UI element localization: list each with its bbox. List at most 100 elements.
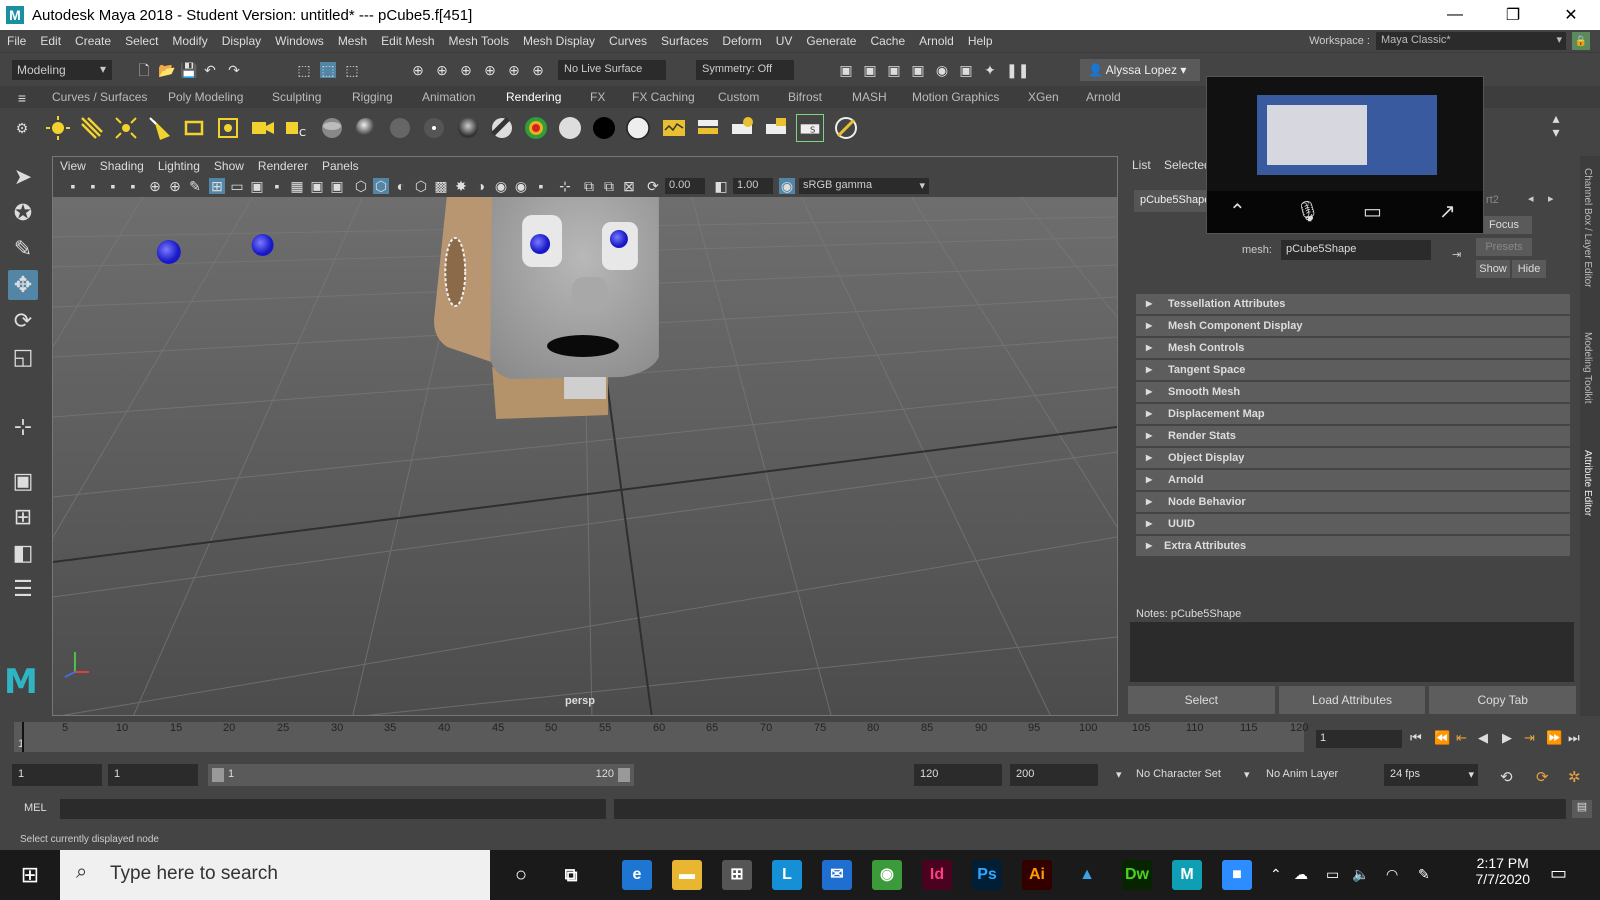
attr-tab-selected[interactable]: Selected — [1164, 158, 1211, 172]
outliner-layout-icon[interactable]: ☰ — [8, 574, 38, 604]
step-forward-key-icon[interactable]: ⏩ — [1546, 730, 1562, 746]
task-view-icon[interactable]: ⧉ — [556, 860, 586, 890]
section-uuid[interactable]: UUID — [1136, 514, 1570, 534]
taskbar-app-indesign[interactable]: Id — [922, 860, 952, 890]
render-view-icon[interactable]: ▣ — [838, 62, 854, 78]
tab-scroll-right-icon[interactable]: ▸ — [1548, 192, 1554, 205]
shelf-tab-rendering[interactable]: Rendering — [506, 90, 561, 104]
time-ruler[interactable]: 1 5 10 15 20 25 30 35 40 45 50 55 60 65 … — [14, 722, 1308, 752]
taskbar-search[interactable]: ⌕ Type here to search — [60, 850, 490, 900]
user-account-button[interactable]: 👤 Alyssa Lopez ▾ — [1080, 59, 1200, 81]
render-settings-icon[interactable]: ▣ — [910, 62, 926, 78]
range-slider-bar[interactable]: 1 120 — [208, 764, 634, 786]
redo-icon[interactable]: ↷ — [226, 62, 242, 78]
color-management-icon[interactable]: ◉ — [779, 178, 795, 194]
hypershade-shelf-icon[interactable] — [832, 114, 860, 142]
render-ipr-icon[interactable] — [728, 114, 756, 142]
menu-surfaces[interactable]: Surfaces — [654, 34, 715, 48]
node-tab-partial[interactable]: rt2 — [1486, 194, 1499, 206]
material-anisotropic-icon[interactable] — [454, 114, 482, 142]
camera-select-icon[interactable]: ▪ — [65, 178, 81, 194]
save-scene-icon[interactable]: 💾 — [180, 62, 197, 78]
cortana-icon[interactable]: ○ — [506, 860, 536, 890]
menu-create[interactable]: Create — [68, 34, 118, 48]
menu-select[interactable]: Select — [118, 34, 165, 48]
range-end-handle[interactable] — [618, 768, 630, 782]
section-object-display[interactable]: Object Display — [1136, 448, 1570, 468]
taskbar-app-illustrator[interactable]: Ai — [1022, 860, 1052, 890]
side-tab-channel-box[interactable]: Channel Box / Layer Editor — [1582, 168, 1593, 288]
lasso-tool-icon[interactable]: ✪ — [8, 198, 38, 228]
hypershade-icon[interactable]: ◉ — [934, 62, 950, 78]
snap-curve-icon[interactable]: ⊕ — [434, 62, 450, 78]
material-white-icon[interactable] — [556, 114, 584, 142]
menu-generate[interactable]: Generate — [799, 34, 863, 48]
taskbar-app-mail[interactable]: ✉ — [822, 860, 852, 890]
section-displacement-map[interactable]: Displacement Map — [1136, 404, 1570, 424]
exposure-field[interactable]: 0.00 — [665, 178, 705, 194]
copy-tab-button[interactable]: Copy Tab — [1429, 686, 1577, 714]
image-plane-icon[interactable]: ▪ — [125, 178, 141, 194]
tab-scroll-left-icon[interactable]: ◂ — [1528, 192, 1534, 205]
snap-grid-icon[interactable]: ⊕ — [410, 62, 426, 78]
character-set-dropdown[interactable]: No Character Set — [1130, 764, 1227, 786]
go-to-end-icon[interactable]: ⏭ — [1568, 730, 1580, 746]
system-clock[interactable]: 2:17 PM 7/7/2020 — [1476, 855, 1531, 887]
directional-light-icon[interactable] — [78, 114, 106, 142]
xray-joints-icon[interactable]: ⧉ — [581, 178, 597, 194]
side-tab-modeling-toolkit[interactable]: Modeling Toolkit — [1582, 332, 1593, 404]
wifi-icon[interactable]: ◠ — [1386, 866, 1398, 883]
taskbar-app-l[interactable]: L — [772, 860, 802, 890]
shelf-tab-bifrost[interactable]: Bifrost — [788, 90, 822, 104]
section-mesh-controls[interactable]: Mesh Controls — [1136, 338, 1570, 358]
fps-dropdown[interactable]: 24 fps ▾ — [1384, 764, 1478, 786]
gate-mask-icon[interactable]: ▪ — [269, 178, 285, 194]
menu-display[interactable]: Display — [215, 34, 268, 48]
taskbar-app-store[interactable]: ⊞ — [722, 860, 752, 890]
select-component-icon[interactable]: ⬚ — [344, 62, 360, 78]
play-backwards-icon[interactable]: ◀ — [1478, 730, 1488, 746]
section-tessellation-attributes[interactable]: Tessellation Attributes — [1136, 294, 1570, 314]
anim-prefs-icon[interactable]: ✲ — [1562, 764, 1587, 786]
xray-icon[interactable]: ⊹ — [557, 178, 573, 194]
menu-help[interactable]: Help — [961, 34, 1000, 48]
shelf-tab-rigging[interactable]: Rigging — [352, 90, 393, 104]
node-tab-pcube5shape[interactable]: pCube5Shape — [1134, 190, 1208, 212]
tray-expand-icon[interactable]: ⌃ — [1270, 866, 1282, 883]
shelf-tab-mash[interactable]: MASH — [852, 90, 887, 104]
material-black-icon[interactable] — [590, 114, 618, 142]
section-arnold[interactable]: Arnold — [1136, 470, 1570, 490]
menu-mesh-tools[interactable]: Mesh Tools — [442, 34, 516, 48]
mic-muted-icon[interactable]: 🎙 — [1295, 199, 1320, 224]
taskbar-app-edge[interactable]: e — [622, 860, 652, 890]
menu-file[interactable]: File — [0, 34, 33, 48]
render-view-shelf-icon[interactable] — [660, 114, 688, 142]
pen-icon[interactable]: ✎ — [1418, 866, 1430, 883]
anti-aliasing-icon[interactable]: ◉ — [493, 178, 509, 194]
menu-windows[interactable]: Windows — [268, 34, 331, 48]
section-extra-attributes[interactable]: Extra Attributes — [1136, 536, 1570, 556]
character-set-dropdown-icon[interactable]: ▾ — [1110, 764, 1128, 786]
select-tool-icon[interactable]: ➤ — [8, 162, 38, 192]
load-attributes-button[interactable]: Load Attributes — [1278, 686, 1426, 714]
menu-edit-mesh[interactable]: Edit Mesh — [374, 34, 441, 48]
ipr-render-icon[interactable]: ▣ — [886, 62, 902, 78]
view-transform-dropdown[interactable]: sRGB gamma ▾ — [799, 178, 929, 194]
menu-uv[interactable]: UV — [769, 34, 800, 48]
anim-layer-dropdown-icon[interactable]: ▾ — [1238, 764, 1256, 786]
shelf-tab-poly-modeling[interactable]: Poly Modeling — [168, 90, 243, 104]
snap-point-icon[interactable]: ⊕ — [458, 62, 474, 78]
workspace-dropdown[interactable]: Maya Classic* — [1376, 32, 1566, 50]
viewport-menu-renderer[interactable]: Renderer — [251, 159, 315, 173]
shelf-tab-motion-graphics[interactable]: Motion Graphics — [912, 90, 999, 104]
depth-of-field-icon[interactable]: ◉ — [513, 178, 529, 194]
notes-textarea[interactable] — [1130, 622, 1574, 682]
menu-edit[interactable]: Edit — [33, 34, 68, 48]
hide-button[interactable]: Hide — [1512, 260, 1546, 278]
material-lambert-icon[interactable] — [318, 114, 346, 142]
video-call-overlay[interactable]: ⌃ 🎙 ▭ ↗ — [1206, 76, 1484, 234]
four-view-icon[interactable]: ⊞ — [8, 502, 38, 532]
paint-select-tool-icon[interactable]: ✎ — [8, 234, 38, 264]
grid-display-icon[interactable]: ⊞ — [209, 178, 225, 194]
light-editor-icon[interactable]: ✦ — [982, 62, 998, 78]
